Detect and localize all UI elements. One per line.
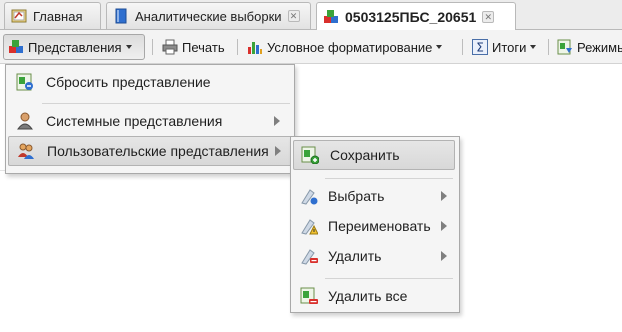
cubes-icon	[324, 10, 338, 23]
toolbar-separator	[237, 39, 238, 55]
menu-item-delete-all[interactable]: Удалить все	[291, 281, 459, 311]
menu-item-save[interactable]: Сохранить	[293, 140, 455, 170]
menu-item-label: Пользовательские представления	[47, 143, 269, 159]
menu-item-select[interactable]: Выбрать	[291, 181, 459, 211]
menu-item-delete[interactable]: Удалить	[291, 241, 459, 271]
tab-label: Аналитические выборки	[135, 8, 282, 24]
menu-separator	[325, 278, 453, 279]
totals-button[interactable]: Σ Итоги	[468, 34, 540, 60]
tab-analytics[interactable]: Аналитические выборки ✕	[106, 2, 311, 29]
tab-label: 0503125ПБС_20651	[345, 9, 477, 25]
book-icon	[115, 8, 127, 24]
menu-separator	[325, 178, 453, 179]
chevron-down-icon	[530, 45, 537, 49]
chevron-down-icon	[436, 45, 443, 49]
tab-report[interactable]: 0503125ПБС_20651 ✕	[316, 2, 516, 31]
close-icon[interactable]: ✕	[287, 10, 300, 22]
cubes-icon	[9, 40, 23, 53]
svg-text:Σ: Σ	[476, 41, 484, 55]
menu-item-label: Сбросить представление	[46, 74, 211, 90]
tab-bar: Главная Аналитические выборки ✕ 0503125П…	[0, 0, 622, 31]
close-icon[interactable]: ✕	[482, 11, 495, 23]
chevron-right-icon	[275, 146, 281, 156]
users-icon	[18, 143, 34, 159]
menu-item-system-views[interactable]: Системные представления	[6, 106, 294, 136]
chevron-right-icon	[441, 251, 447, 261]
save-view-icon	[301, 146, 319, 164]
modes-button-label: Режимы	[577, 39, 622, 55]
menu-separator	[42, 103, 290, 104]
menu-item-user-views[interactable]: Пользовательские представления	[8, 136, 292, 166]
modes-button[interactable]: Режимы	[553, 34, 622, 60]
bar-chart-icon	[248, 42, 262, 54]
chevron-down-icon	[125, 45, 132, 49]
menu-item-reset-view[interactable]: Сбросить представление	[6, 67, 294, 97]
views-button-label: Представления	[28, 39, 122, 55]
views-button[interactable]: Представления	[3, 34, 145, 60]
toolbar-separator	[548, 39, 549, 55]
menu-item-label: Системные представления	[46, 113, 223, 129]
tab-home[interactable]: Главная	[4, 2, 101, 29]
chevron-right-icon	[441, 191, 447, 201]
toolbar-separator	[152, 39, 153, 55]
menu-item-label: Удалить все	[328, 288, 408, 304]
menu-item-label: Сохранить	[330, 147, 400, 163]
tab-label: Главная	[33, 8, 83, 24]
print-button[interactable]: Печать	[158, 34, 229, 60]
print-button-label: Печать	[182, 39, 225, 55]
chevron-right-icon	[274, 116, 280, 126]
system-user-icon	[17, 112, 33, 130]
conditional-format-button[interactable]: Условное форматирование	[243, 34, 446, 60]
menu-item-label: Удалить	[328, 248, 382, 264]
select-view-icon	[301, 189, 318, 205]
menu-item-label: Выбрать	[328, 188, 385, 204]
reset-view-icon	[16, 73, 33, 91]
modes-icon	[557, 39, 572, 55]
conditional-format-label: Условное форматирование	[267, 39, 433, 55]
home-icon	[11, 9, 27, 23]
delete-all-views-icon	[300, 287, 318, 304]
chevron-right-icon	[441, 221, 447, 231]
rename-view-icon	[301, 219, 318, 235]
printer-icon	[162, 39, 178, 55]
menu-item-label: Переименовать	[328, 218, 431, 234]
toolbar-separator	[462, 39, 463, 55]
delete-view-icon	[301, 249, 318, 265]
sigma-icon: Σ	[472, 39, 488, 55]
menu-item-rename[interactable]: Переименовать	[291, 211, 459, 241]
totals-button-label: Итоги	[492, 39, 527, 55]
views-menu: Сбросить представление Системные предста…	[5, 64, 295, 174]
user-views-submenu: Сохранить Выбрать Переименовать Удалить	[290, 136, 460, 313]
toolbar: Представления Печать Условное форматиров…	[0, 30, 622, 64]
